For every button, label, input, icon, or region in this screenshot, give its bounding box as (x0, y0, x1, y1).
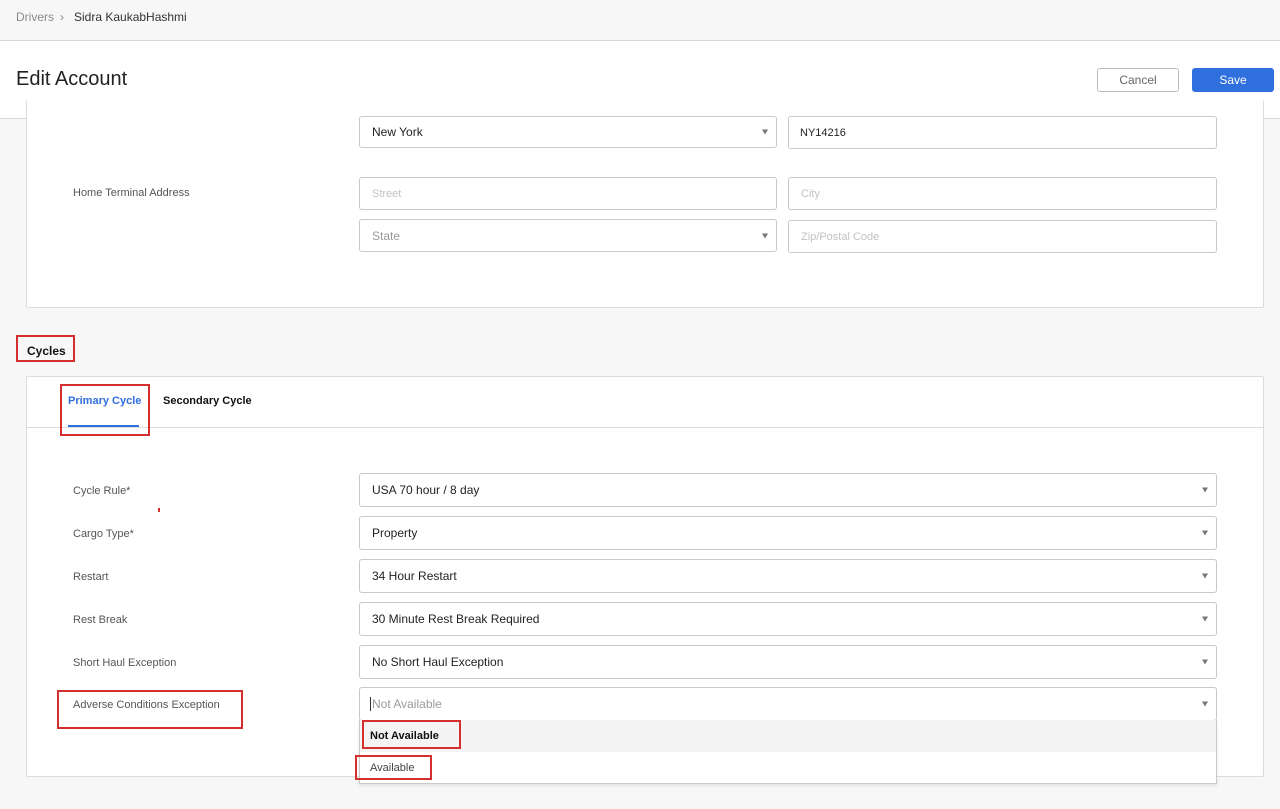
restart-label: Restart (73, 571, 109, 583)
tab-divider (27, 427, 1263, 428)
save-button[interactable]: Save (1192, 68, 1274, 92)
chevron-down-icon (1202, 616, 1208, 622)
chevron-down-icon (1202, 701, 1208, 707)
cargo-type-select[interactable]: Property (359, 516, 1217, 550)
option-available-label: Available (370, 762, 415, 774)
option-available[interactable]: Available (360, 752, 1216, 784)
adverse-conditions-placeholder: Not Available (372, 697, 442, 711)
chevron-down-icon (762, 129, 768, 135)
breadcrumb-chevron-icon: › (60, 10, 64, 24)
adverse-conditions-label: Adverse Conditions Exception (73, 699, 220, 711)
cycle-rule-value: USA 70 hour / 8 day (372, 483, 480, 497)
rest-break-label: Rest Break (73, 614, 128, 626)
terminal-state-select[interactable]: State (359, 219, 777, 252)
option-not-available-label: Not Available (370, 730, 439, 742)
street-placeholder: Street (372, 187, 402, 200)
cycle-rule-select[interactable]: USA 70 hour / 8 day (359, 473, 1217, 507)
text-cursor (370, 697, 371, 711)
cargo-type-value: Property (372, 526, 418, 540)
chevron-down-icon (1202, 530, 1208, 536)
breadcrumb: Drivers › Sidra KaukabHashmi (0, 0, 1280, 41)
home-terminal-label: Home Terminal Address (73, 187, 190, 199)
annotation-mark (158, 508, 160, 512)
short-haul-label: Short Haul Exception (73, 657, 177, 669)
breadcrumb-current: Sidra KaukabHashmi (74, 10, 187, 24)
city-placeholder: City (801, 187, 820, 200)
page-title: Edit Account (16, 68, 128, 90)
license-number-value: NY14216 (800, 126, 846, 139)
rest-break-select[interactable]: 30 Minute Rest Break Required (359, 602, 1217, 636)
adverse-conditions-select[interactable]: Not Available (359, 687, 1217, 721)
city-input[interactable]: City (788, 177, 1217, 210)
short-haul-value: No Short Haul Exception (372, 655, 504, 669)
restart-value: 34 Hour Restart (372, 569, 457, 583)
chevron-down-icon (1202, 573, 1208, 579)
option-not-available[interactable]: Not Available (360, 720, 1216, 752)
restart-select[interactable]: 34 Hour Restart (359, 559, 1217, 593)
state-select-value: New York (372, 125, 423, 139)
cargo-type-label: Cargo Type* (73, 528, 134, 540)
tab-secondary-cycle[interactable]: Secondary Cycle (163, 395, 252, 407)
chevron-down-icon (762, 233, 768, 238)
rest-break-value: 30 Minute Rest Break Required (372, 612, 540, 626)
terminal-state-placeholder: State (372, 228, 401, 243)
chevron-down-icon (1202, 487, 1208, 493)
tab-primary-cycle[interactable]: Primary Cycle (68, 395, 141, 407)
breadcrumb-drivers-link[interactable]: Drivers (16, 10, 54, 24)
cancel-button[interactable]: Cancel (1097, 68, 1179, 92)
license-number-input[interactable]: NY14216 (788, 116, 1217, 149)
cycle-rule-label: Cycle Rule* (73, 485, 131, 497)
adverse-conditions-dropdown: Not Available Available (359, 720, 1217, 784)
short-haul-select[interactable]: No Short Haul Exception (359, 645, 1217, 679)
cycles-section-title: Cycles (27, 344, 66, 358)
chevron-down-icon (1202, 659, 1208, 665)
street-input[interactable]: Street (359, 177, 777, 210)
zip-input[interactable]: Zip/Postal Code (788, 220, 1217, 253)
state-select[interactable]: New York (359, 116, 777, 148)
zip-placeholder: Zip/Postal Code (801, 230, 880, 243)
